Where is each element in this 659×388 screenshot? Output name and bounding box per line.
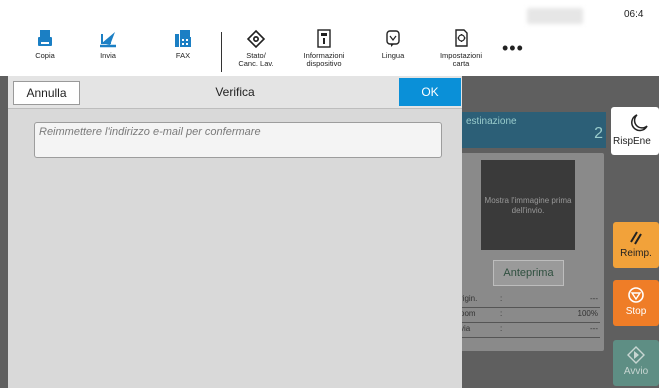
copy-icon [38,30,52,46]
nav-language-label: Lingua [381,51,405,60]
start-button[interactable]: Avvio [613,340,659,386]
stop-label: Stop [625,306,647,317]
confirm-email-input[interactable] [34,122,442,158]
more-options-button[interactable]: ••• [502,38,524,59]
ok-button[interactable]: OK [399,78,461,106]
nav-divider [221,32,222,72]
paper-settings-icon [455,29,468,47]
info-value: --- [590,324,598,333]
start-icon [627,346,645,364]
verify-dialog: Verifica Annulla OK [8,76,462,388]
send-icon [100,32,116,48]
nav-paper-settings-button[interactable]: Impostazioni carta [429,28,493,74]
nav-fax-button[interactable]: FAX [151,28,215,74]
clock: 06:4 [624,9,644,20]
nav-paper-settings-label: Impostazioni carta [439,51,483,68]
fax-icon [175,30,191,47]
language-icon [386,30,400,47]
info-key: rigin. [460,294,478,303]
top-bar: 06:4 Copia Invia FAX Stato/ Canc. Lav. I… [0,0,659,76]
energy-saver-label: RispEne [613,136,651,147]
info-sep: : [500,309,503,318]
info-key: oom [460,309,476,318]
destination-box[interactable]: estinazione 2 [460,112,606,148]
destination-count: 2 [594,125,603,142]
destination-label: estinazione [466,116,517,127]
nav-send-button[interactable]: Invia [76,28,140,74]
info-value: 100% [577,309,598,318]
preview-button[interactable]: Anteprima [493,260,564,286]
info-row-original: rigin. : --- [460,294,600,308]
nav-language-button[interactable]: Lingua [361,28,425,74]
info-value: --- [590,294,598,303]
reset-button[interactable]: Reimp. [613,222,659,268]
info-icon [317,29,331,48]
energy-saver-button[interactable]: RispEne [611,107,659,155]
dialog-header: Verifica Annulla OK [8,76,462,109]
status-blurred-info [527,8,583,24]
stop-icon [628,287,644,303]
nav-status-button[interactable]: Stato/ Canc. Lav. [224,28,288,74]
nav-copy-label: Copia [35,51,55,60]
nav-device-info-label: Informazioni dispositivo [303,51,345,68]
reset-icon [630,231,642,245]
info-sep: : [500,294,503,303]
nav-fax-label: FAX [175,51,191,60]
info-sep: : [500,324,503,333]
status-icon [246,29,266,49]
moon-icon [631,114,648,132]
nav-copy-button[interactable]: Copia [13,28,77,74]
cancel-button[interactable]: Annulla [13,81,80,105]
nav-device-info-button[interactable]: Informazioni dispositivo [292,28,356,74]
info-row-zoom: oom : 100% [460,309,600,323]
preview-image-placeholder: Mostra l'immagine prima dell'invio. [481,160,575,250]
nav-send-label: Invia [100,51,116,60]
reset-label: Reimp. [620,248,652,259]
stop-button[interactable]: Stop [613,280,659,326]
nav-status-label: Stato/ Canc. Lav. [238,51,274,68]
info-row-send: via : --- [460,324,600,338]
start-label: Avvio [623,366,649,377]
